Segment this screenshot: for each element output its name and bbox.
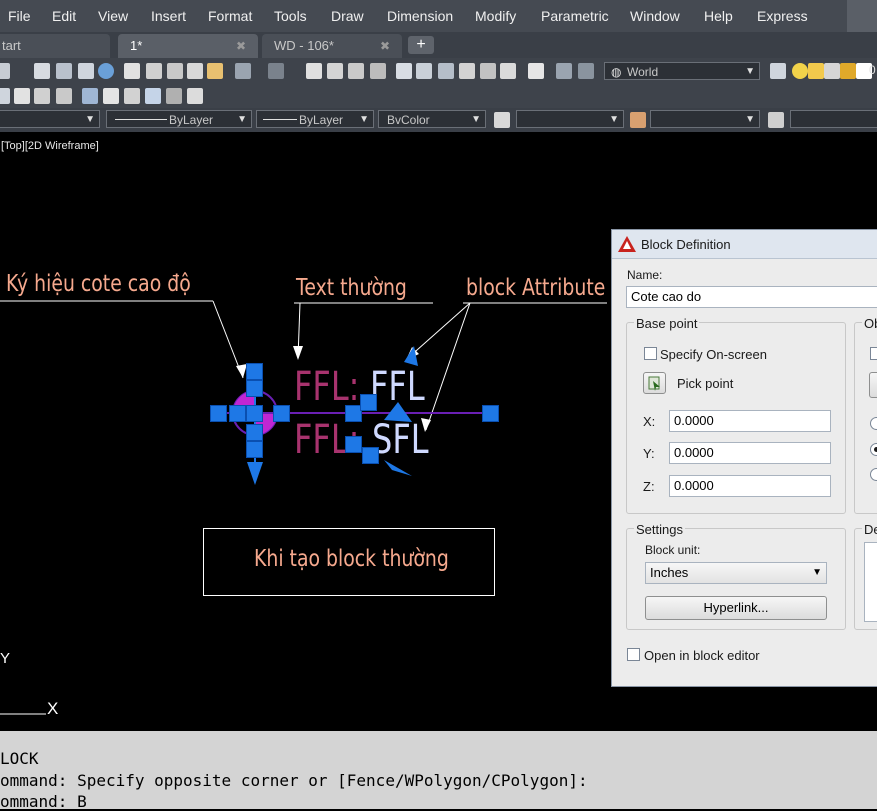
block-unit-value: Inches	[650, 565, 689, 580]
name-label: Name:	[627, 268, 663, 282]
ucs-y-label: Y	[0, 650, 11, 667]
pick-point-label: Pick point	[677, 376, 734, 391]
command-history-line: LOCK	[0, 749, 39, 768]
grip[interactable]	[246, 363, 263, 380]
pick-point-button[interactable]	[643, 372, 666, 394]
grip[interactable]	[345, 436, 362, 453]
select-objects-button[interactable]	[869, 372, 877, 398]
grip[interactable]	[246, 424, 263, 441]
ffl-attribute-bottom[interactable]: SFL	[372, 420, 429, 460]
z-field[interactable]: 0.0000	[669, 475, 831, 497]
z-label: Z:	[643, 479, 655, 494]
objects-label: Ob	[862, 316, 877, 331]
grip[interactable]	[246, 405, 263, 422]
ffl-attribute-top[interactable]: FFL	[370, 367, 425, 407]
note-box-text: Khi tạo block thường	[254, 546, 449, 572]
block-unit-select[interactable]: Inches ▼	[645, 562, 827, 584]
description-label: De	[862, 522, 877, 537]
grip[interactable]	[229, 405, 246, 422]
arrowhead	[247, 462, 263, 485]
open-in-editor-checkbox[interactable]	[627, 648, 640, 661]
command-history-line: ommand: B	[0, 792, 87, 811]
objects-checkbox[interactable]	[870, 347, 877, 360]
open-in-editor-label: Open in block editor	[644, 648, 760, 663]
block-definition-dialog: Block Definition Name: Cote cao do Base …	[611, 229, 877, 687]
grip[interactable]	[482, 405, 499, 422]
delete-radio[interactable]	[870, 468, 877, 481]
ffl-label-top[interactable]: FFL:	[294, 367, 359, 407]
x-field[interactable]: 0.0000	[669, 410, 831, 432]
pick-point-icon	[648, 376, 660, 391]
base-point-label: Base point	[634, 316, 700, 331]
dialog-title-bar[interactable]: Block Definition	[612, 230, 877, 259]
attribute-grip-triangle	[404, 346, 418, 366]
grip[interactable]	[273, 405, 290, 422]
ucs-x-label: X	[47, 699, 59, 718]
settings-label: Settings	[634, 522, 685, 537]
convert-radio[interactable]	[870, 443, 877, 456]
grip[interactable]	[246, 380, 263, 397]
annotation-regular-text: Text thường	[296, 275, 407, 301]
grip[interactable]	[246, 441, 263, 458]
block-unit-label: Block unit:	[645, 543, 701, 557]
specify-onscreen-checkbox[interactable]	[644, 347, 657, 360]
autocad-icon	[618, 236, 636, 252]
y-label: Y:	[643, 446, 655, 461]
grip[interactable]	[362, 447, 379, 464]
x-label: X:	[643, 414, 656, 429]
command-history-line: ommand: Specify opposite corner or [Fenc…	[0, 771, 588, 790]
block-name-field[interactable]: Cote cao do	[626, 286, 877, 308]
annotation-elevation-symbol: Ký hiệu cote cao độ	[6, 271, 191, 297]
retain-radio[interactable]	[870, 417, 877, 430]
specify-onscreen-label: Specify On-screen	[660, 347, 767, 362]
description-field[interactable]	[864, 542, 877, 622]
y-field[interactable]: 0.0000	[669, 442, 831, 464]
chevron-down-icon: ▼	[812, 567, 822, 578]
arrowhead	[293, 346, 303, 360]
annotation-block-attribute: block Attribute	[466, 275, 606, 301]
dialog-title: Block Definition	[641, 237, 731, 252]
command-line[interactable]: LOCK ommand: Specify opposite corner or …	[0, 731, 877, 811]
grip[interactable]	[210, 405, 227, 422]
hyperlink-button[interactable]: Hyperlink...	[645, 596, 827, 620]
grip[interactable]	[360, 394, 377, 411]
